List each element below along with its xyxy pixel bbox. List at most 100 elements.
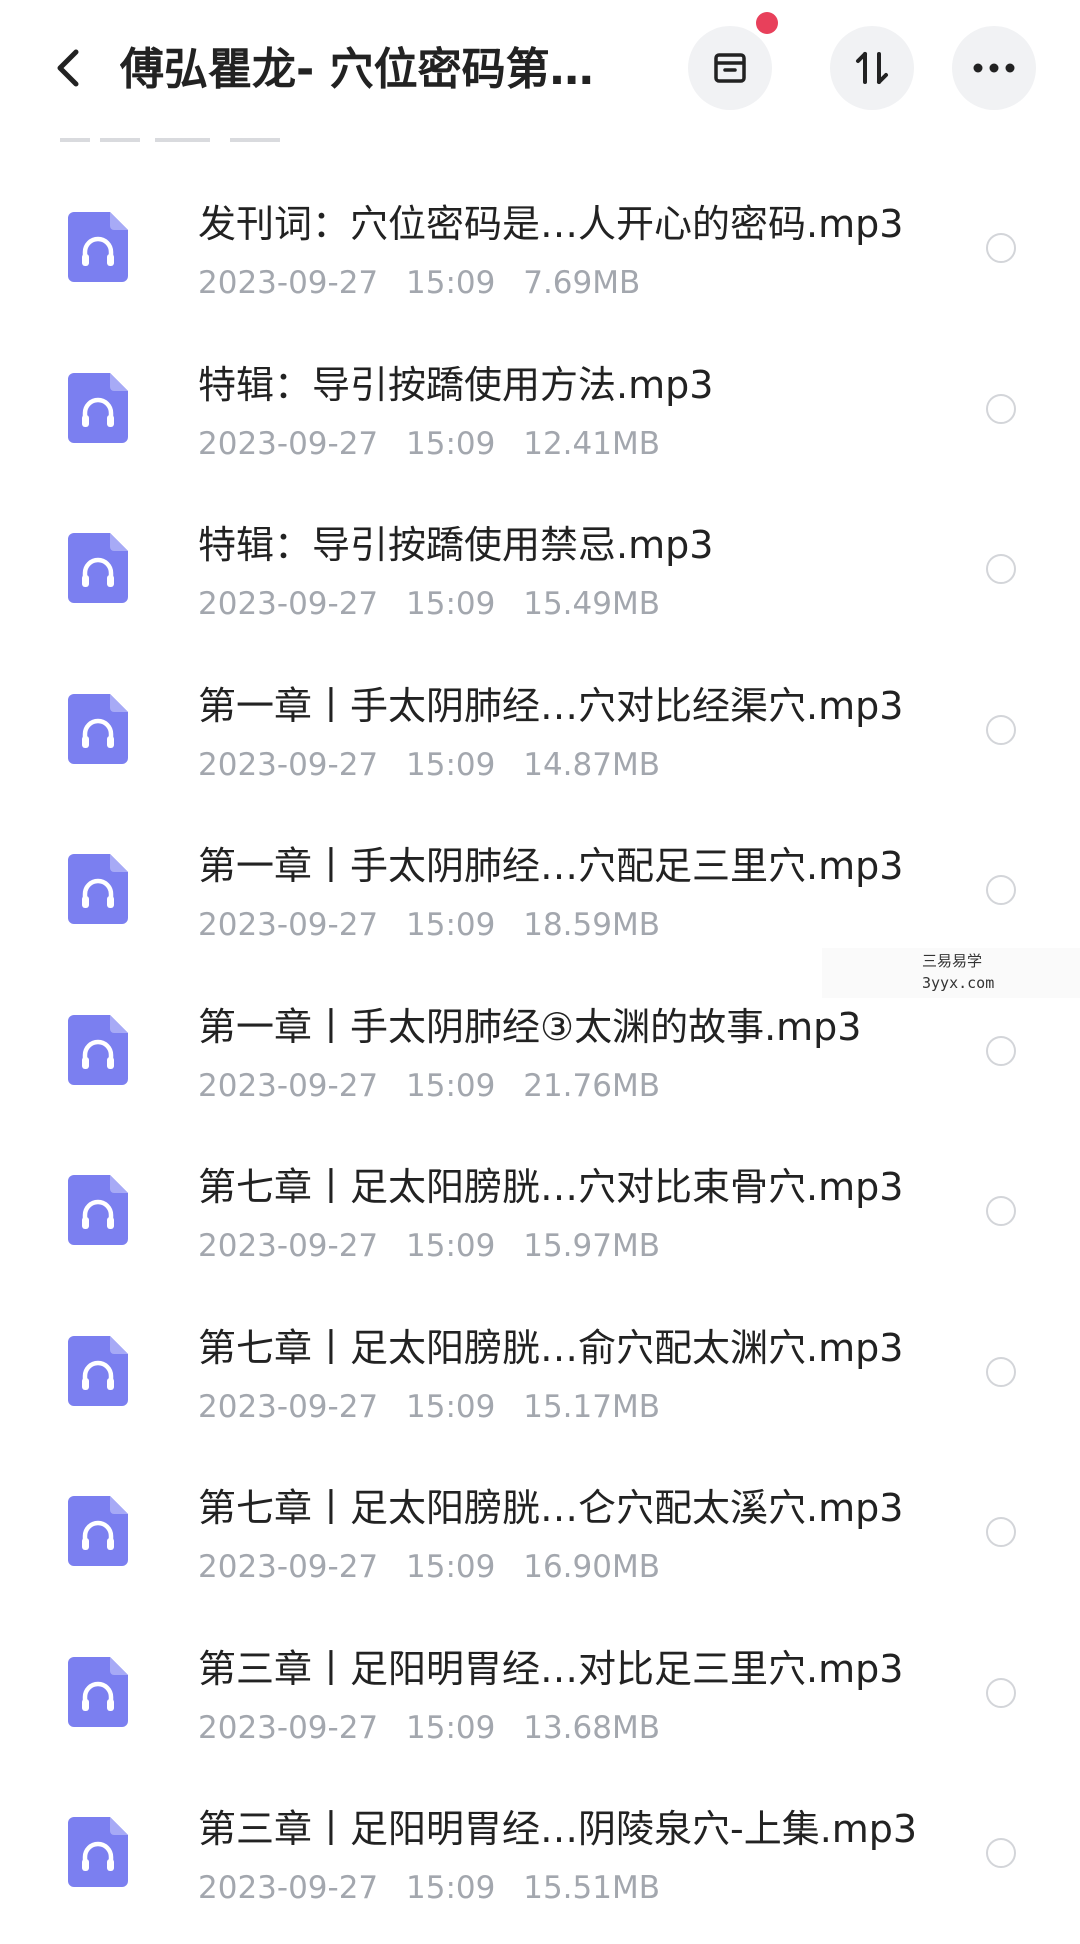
file-time: 15:09 [406, 425, 496, 462]
file-meta: 2023-09-27 15:09 13.68MB [198, 1708, 678, 1748]
select-checkbox[interactable] [986, 233, 1016, 263]
back-button[interactable] [40, 40, 96, 96]
file-list-item[interactable]: 第三章丨足阳明胃经…阴陵泉穴-上集.mp3 2023-09-27 15:09 1… [0, 1770, 1080, 1931]
file-size: 16.90MB [523, 1549, 660, 1585]
file-list-item[interactable]: 特辑：导引按蹻使用禁忌.mp3 2023-09-27 15:09 15.49MB [0, 486, 1080, 647]
file-size: 15.97MB [523, 1228, 660, 1264]
select-checkbox[interactable] [986, 1196, 1016, 1226]
file-meta: 2023-09-27 15:09 14.87MB [198, 745, 678, 785]
select-checkbox[interactable] [986, 1035, 1016, 1066]
file-meta: 2023-09-27 15:09 15.51MB [198, 1868, 678, 1908]
file-list: 发刊词：穴位密码是…人开心的密码.mp3 2023-09-27 15:09 7.… [0, 165, 1080, 1931]
select-checkbox[interactable] [986, 554, 1016, 584]
file-list-item[interactable]: 第七章丨足太阳膀胱…穴对比束骨穴.mp3 2023-09-27 15:09 15… [0, 1128, 1080, 1289]
file-list-item[interactable]: 第七章丨足太阳膀胱…俞穴配太渊穴.mp3 2023-09-27 15:09 15… [0, 1289, 1080, 1450]
file-size: 13.68MB [523, 1709, 660, 1746]
file-meta: 2023-09-27 15:09 21.76MB [198, 1066, 678, 1106]
watermark: 三易易学 3yyx.com [822, 948, 1080, 998]
file-list-item[interactable]: 第三章丨足阳明胃经…对比足三里穴.mp3 2023-09-27 15:09 13… [0, 1610, 1080, 1771]
file-name: 特辑：导引按蹻使用方法.mp3 [198, 362, 714, 407]
sort-arrows-icon [856, 52, 888, 84]
audio-headphones-icon [68, 1175, 128, 1245]
select-checkbox[interactable] [986, 1356, 1016, 1387]
select-checkbox[interactable] [986, 875, 1016, 905]
file-time: 15:09 [406, 1870, 496, 1906]
file-name: 第七章丨足太阳膀胱…仑穴配太溪穴.mp3 [198, 1486, 904, 1530]
audio-headphones-icon [68, 1335, 128, 1406]
file-size: 15.51MB [523, 1870, 660, 1906]
file-name: 发刊词：穴位密码是…人开心的密码.mp3 [198, 202, 904, 246]
file-time: 15:09 [406, 1709, 496, 1746]
top-bar: 傅弘瞿龙- 穴位密码第… [0, 0, 1080, 140]
file-date: 2023-09-27 [198, 1549, 379, 1585]
more-button[interactable] [952, 26, 1036, 110]
audio-headphones-icon [68, 1496, 128, 1566]
file-size: 14.87MB [523, 746, 660, 783]
file-size: 12.41MB [523, 425, 660, 462]
file-meta: 2023-09-27 15:09 15.49MB [198, 584, 678, 624]
scrolled-text-remnant [60, 132, 320, 144]
select-checkbox[interactable] [986, 1838, 1016, 1868]
file-list-item[interactable]: 第七章丨足太阳膀胱…仑穴配太溪穴.mp3 2023-09-27 15:09 16… [0, 1449, 1080, 1610]
audio-headphones-icon [68, 854, 128, 924]
more-dots-icon [973, 63, 1015, 73]
archive-button[interactable] [688, 12, 778, 110]
file-date: 2023-09-27 [198, 1870, 379, 1906]
file-meta: 2023-09-27 15:09 18.59MB [198, 905, 678, 945]
chevron-left-icon [57, 49, 79, 87]
file-date: 2023-09-27 [198, 1228, 379, 1264]
watermark-line-1: 三易易学 [922, 952, 983, 970]
file-date: 2023-09-27 [198, 1388, 379, 1425]
watermark-line-2: 3yyx.com [922, 974, 995, 992]
notification-dot [756, 12, 778, 34]
file-size: 15.49MB [523, 586, 660, 622]
file-list-item[interactable]: 特辑：导引按蹻使用方法.mp3 2023-09-27 15:09 12.41MB [0, 326, 1080, 487]
audio-headphones-icon [68, 533, 128, 603]
file-meta: 2023-09-27 15:09 7.69MB [198, 263, 658, 303]
audio-headphones-icon [68, 1656, 128, 1727]
file-meta: 2023-09-27 15:09 15.97MB [198, 1226, 678, 1266]
file-time: 15:09 [406, 1549, 496, 1585]
file-name: 第一章丨手太阴肺经…穴配足三里穴.mp3 [198, 844, 904, 888]
file-meta: 2023-09-27 15:09 16.90MB [198, 1547, 678, 1587]
file-time: 15:09 [406, 586, 496, 622]
audio-headphones-icon [68, 1817, 128, 1887]
archive-box-icon [714, 53, 746, 83]
file-time: 15:09 [406, 1067, 496, 1104]
file-list-item[interactable]: 第一章丨手太阴肺经…穴对比经渠穴.mp3 2023-09-27 15:09 14… [0, 647, 1080, 808]
audio-headphones-icon [68, 212, 128, 282]
file-date: 2023-09-27 [198, 586, 379, 622]
sort-button[interactable] [830, 26, 914, 110]
file-size: 15.17MB [523, 1388, 660, 1425]
file-list-item[interactable]: 第一章丨手太阴肺经…穴配足三里穴.mp3 2023-09-27 15:09 18… [0, 807, 1080, 968]
select-checkbox[interactable] [986, 1517, 1016, 1547]
file-time: 15:09 [406, 1388, 496, 1425]
select-checkbox[interactable] [986, 1677, 1016, 1708]
file-time: 15:09 [406, 1228, 496, 1264]
file-name: 第一章丨手太阴肺经…穴对比经渠穴.mp3 [198, 683, 904, 728]
file-name: 第七章丨足太阳膀胱…俞穴配太渊穴.mp3 [198, 1325, 904, 1370]
file-name: 第七章丨足太阳膀胱…穴对比束骨穴.mp3 [198, 1165, 904, 1209]
file-date: 2023-09-27 [198, 1709, 379, 1746]
file-size: 7.69MB [523, 265, 641, 301]
file-name: 第三章丨足阳明胃经…阴陵泉穴-上集.mp3 [198, 1807, 918, 1851]
file-date: 2023-09-27 [198, 265, 379, 301]
file-size: 21.76MB [523, 1067, 660, 1104]
file-time: 15:09 [406, 265, 496, 301]
file-date: 2023-09-27 [198, 907, 379, 943]
select-checkbox[interactable] [986, 393, 1016, 424]
file-meta: 2023-09-27 15:09 12.41MB [198, 424, 678, 464]
file-date: 2023-09-27 [198, 1067, 379, 1104]
file-list-item[interactable]: 发刊词：穴位密码是…人开心的密码.mp3 2023-09-27 15:09 7.… [0, 165, 1080, 326]
file-time: 15:09 [406, 746, 496, 783]
select-checkbox[interactable] [986, 714, 1016, 745]
audio-headphones-icon [68, 1014, 128, 1085]
file-date: 2023-09-27 [198, 425, 379, 462]
audio-headphones-icon [68, 693, 128, 764]
file-name: 特辑：导引按蹻使用禁忌.mp3 [198, 523, 714, 567]
file-date: 2023-09-27 [198, 746, 379, 783]
audio-headphones-icon [68, 372, 128, 443]
file-meta: 2023-09-27 15:09 15.17MB [198, 1387, 678, 1427]
page-title: 傅弘瞿龙- 穴位密码第… [120, 44, 594, 95]
file-name: 第一章丨手太阴肺经③太渊的故事.mp3 [198, 1004, 862, 1049]
